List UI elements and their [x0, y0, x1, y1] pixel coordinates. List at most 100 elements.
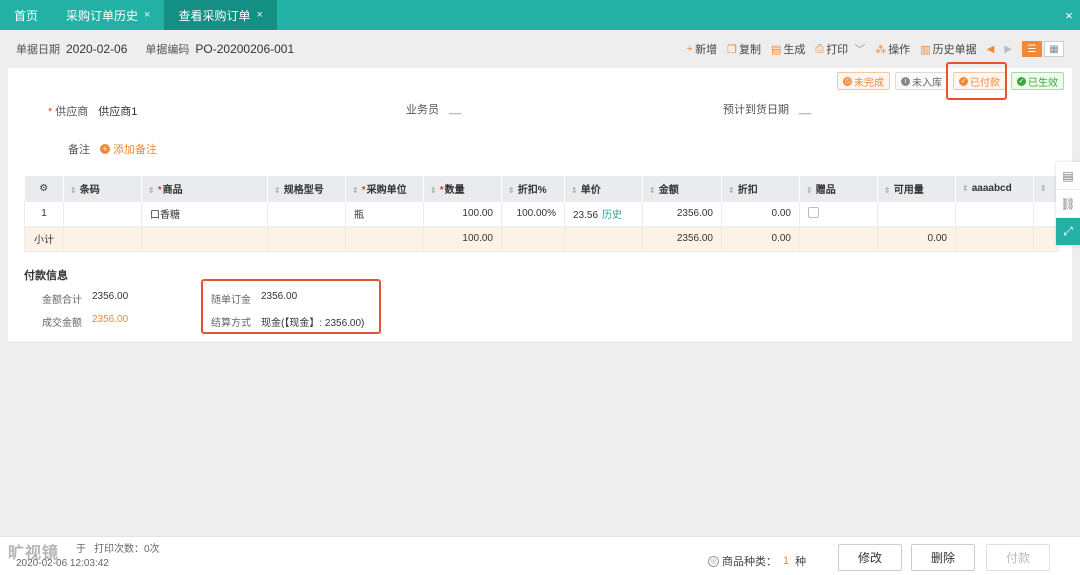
cell-amount: 2356.00 [642, 200, 722, 227]
col-product[interactable]: ⇕ *商品 [141, 176, 268, 201]
status-incomplete-label: 未完成 [854, 77, 884, 89]
watermark: 旷视镜 [8, 545, 60, 562]
supplier-value: 供应商1 [98, 106, 138, 118]
salesman-field: 业务员 __ [406, 101, 461, 117]
side-toolbar: ▤ ⛓ ⤢ [1056, 162, 1080, 246]
grid-icon: ⁂ [875, 43, 887, 56]
check-icon: ✓ [959, 76, 968, 86]
history-button[interactable]: ▥ 历史单据 [920, 41, 976, 57]
info-circle-icon: ◎ [708, 555, 719, 567]
salesman-value: __ [449, 103, 462, 115]
col-barcode[interactable]: ⇕ 条码 [63, 176, 142, 201]
close-icon[interactable]: × [256, 9, 262, 21]
bottom-bar: 于 打印次数：0次 2020-02-06 12:03:42 旷视镜 ◎ 商品种类… [0, 536, 1080, 575]
subtotal-available: 0.00 [877, 225, 956, 252]
cell-spec [267, 200, 346, 227]
payment-total: 金额合计 2356.00 [42, 291, 128, 306]
gift-checkbox[interactable] [808, 206, 819, 218]
edit-button[interactable]: 修改 [838, 544, 902, 571]
cell-custom [955, 200, 1034, 227]
status-effective-label: 已生效 [1028, 77, 1058, 89]
column-settings-icon[interactable]: ⚙ [24, 176, 64, 201]
col-qty[interactable]: ⇕ *数量 [423, 176, 502, 201]
pay-button[interactable]: 付款 [986, 544, 1050, 571]
detail-view-icon[interactable]: ▦ [1044, 41, 1064, 57]
method-value: 现金(【现金】: 2356.00) [261, 318, 365, 329]
row-index: 1 [24, 200, 64, 227]
new-button[interactable]: + 新增 [687, 41, 717, 57]
note-field: 备注 + 添加备注 [68, 141, 157, 157]
col-gift[interactable]: ⇕ 赠品 [799, 176, 878, 201]
plus-icon: + [686, 43, 694, 55]
supplier-label: * 供应商 [48, 106, 89, 118]
subtotal-empty [141, 225, 268, 252]
tab-view-purchase-order[interactable]: 查看采购订单 × [164, 0, 277, 30]
table-row[interactable]: 1 口香糖 瓶 100.00 100.00% 23.56 历史 2356.00 0… [24, 200, 1059, 227]
subtotal-qty: 100.00 [423, 225, 502, 252]
history-label: 历史单据 [932, 44, 977, 56]
subtotal-empty [955, 225, 1034, 252]
code-value: PO-20200206-001 [195, 42, 295, 56]
operate-label: 操作 [888, 44, 911, 56]
col-discount-pct[interactable]: ⇕ 折扣% [501, 176, 565, 201]
close-all-icon[interactable]: × [1058, 0, 1080, 30]
add-note-label: 添加备注 [113, 144, 157, 156]
clock-icon: ◷ [843, 76, 852, 86]
close-icon[interactable]: × [144, 9, 150, 21]
subtotal-label: 小计 [24, 225, 64, 252]
status-badge-effective: ✓ 已生效 [1011, 72, 1064, 90]
notes-icon[interactable]: ▤ [1056, 162, 1080, 190]
date-label: 单据日期 [16, 44, 60, 56]
tab-purchase-order-history[interactable]: 采购订单历史 × [52, 0, 164, 30]
code-label: 单据编码 [145, 44, 190, 56]
method-label: 结算方式 [211, 318, 251, 329]
subtotal-empty [501, 225, 565, 252]
status-not-stored-label: 未入库 [912, 77, 942, 89]
expand-icon[interactable]: ⤢ [1056, 218, 1080, 246]
col-more[interactable]: ⇕ [1033, 176, 1059, 201]
col-price[interactable]: ⇕ 单价 [564, 176, 643, 201]
total-value: 2356.00 [92, 291, 129, 302]
print-count: 打印次数：0次 [94, 544, 160, 555]
link-icon[interactable]: ⛓ [1056, 190, 1080, 218]
cell-unit: 瓶 [345, 200, 424, 227]
col-spec[interactable]: ⇕ 规格型号 [267, 176, 346, 201]
price-history-link[interactable]: 历史 [602, 210, 622, 221]
list-view-icon[interactable]: ☰ [1022, 41, 1042, 57]
subtotal-empty [267, 225, 346, 252]
history-doc-icon: ▥ [920, 43, 931, 56]
cell-gift [799, 200, 878, 227]
subtotal-empty [345, 225, 424, 252]
col-custom[interactable]: ⇕ aaaabcd [955, 176, 1034, 201]
document-meta: 单据日期 2020-02-06 单据编码 PO-20200206-001 [16, 41, 306, 57]
copy-button[interactable]: ❐ 复制 [727, 41, 761, 57]
status-badge-not-stored: i 未入库 [895, 72, 948, 90]
print-button[interactable]: ⎙ 打印 ﹀ [815, 41, 865, 57]
prev-arrow-icon[interactable]: ◀ [987, 44, 995, 55]
next-arrow-icon[interactable]: ▶ [1004, 44, 1012, 55]
col-discount[interactable]: ⇕ 折扣 [721, 176, 800, 201]
delete-button[interactable]: 删除 [911, 544, 975, 571]
subtotal-row: 小计 100.00 2356.00 0.00 0.00 [24, 225, 1059, 252]
delivery-date-label: 预计到货日期 [723, 104, 789, 116]
tab-home-label: 首页 [14, 8, 39, 23]
generate-button[interactable]: ▤ 生成 [771, 41, 805, 57]
add-note-button[interactable]: + 添加备注 [100, 141, 157, 157]
document-icon: ▤ [770, 43, 782, 56]
payment-deal: 成交金额 2356.00 [42, 314, 128, 329]
col-unit[interactable]: ⇕ *采购单位 [345, 176, 424, 201]
order-card: ◷ 未完成 i 未入库 ✓ 已付款 ✓ 已生效 * 供应商 供应商1 业务员 __ 预计到… [8, 68, 1072, 341]
tab-home[interactable]: 首页 [0, 0, 52, 30]
cell-product: 口香糖 [141, 200, 268, 227]
deposit-label: 随单订金 [211, 295, 251, 306]
check-icon: ✓ [1017, 76, 1026, 86]
col-available[interactable]: ⇕ 可用量 [877, 176, 956, 201]
subtotal-empty [564, 225, 643, 252]
status-badge-paid: ✓ 已付款 [953, 72, 1006, 90]
col-amount[interactable]: ⇕ 金额 [642, 176, 722, 201]
operate-button[interactable]: ⁂ 操作 [875, 41, 910, 57]
subtotal-discount: 0.00 [721, 225, 800, 252]
copy-label: 复制 [738, 44, 761, 56]
chevron-down-icon[interactable]: ﹀ [854, 41, 865, 57]
tab-history-label: 采购订单历史 [66, 8, 139, 23]
